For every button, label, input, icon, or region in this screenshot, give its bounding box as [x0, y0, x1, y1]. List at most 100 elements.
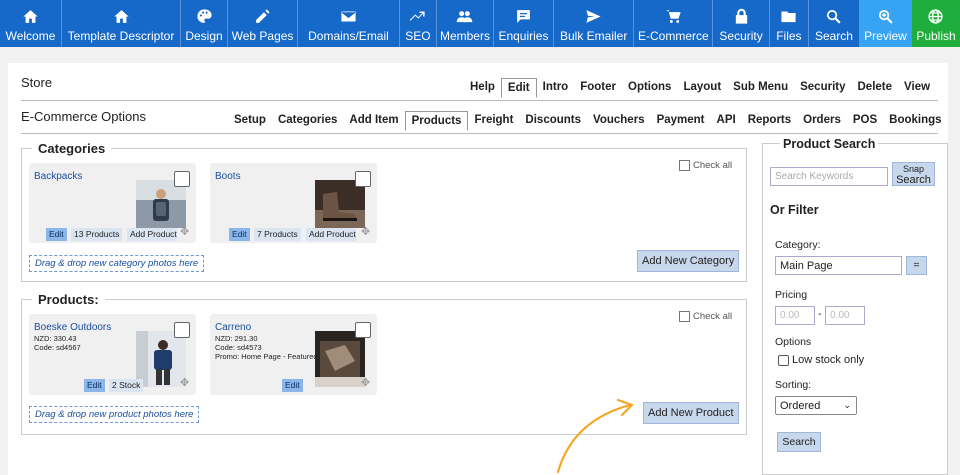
card-checkbox[interactable] — [174, 322, 190, 338]
edit-button[interactable]: Edit — [84, 379, 105, 392]
ecom-tab-orders[interactable]: Orders — [797, 111, 847, 131]
home-icon — [112, 7, 130, 25]
search-submit-button[interactable]: Search — [777, 432, 821, 452]
edit-button[interactable]: Edit — [229, 228, 250, 241]
store-menu-item-footer[interactable]: Footer — [574, 78, 622, 98]
toolbar-enquiries-button[interactable]: Enquiries — [494, 0, 554, 47]
ecom-tab-reports[interactable]: Reports — [742, 111, 797, 131]
price-max-input[interactable]: 0.00 — [825, 306, 865, 325]
toolbar-e-commerce-button[interactable]: E-Commerce — [634, 0, 714, 47]
low-stock-checkbox[interactable] — [778, 354, 789, 366]
ecom-tab-bookings[interactable]: Bookings — [883, 111, 947, 131]
add-product-button[interactable]: Add Product — [306, 228, 356, 241]
product-name[interactable]: Boeske Outdoors — [34, 322, 111, 333]
add-new-category-button[interactable]: Add New Category — [637, 250, 740, 272]
move-icon[interactable]: ✥ — [180, 376, 192, 389]
checkbox[interactable] — [679, 311, 690, 322]
add-product-button[interactable]: Add Product — [127, 228, 177, 241]
send-icon — [585, 7, 603, 25]
ecom-tab-pos[interactable]: POS — [847, 111, 883, 131]
edit-button[interactable]: Edit — [282, 379, 303, 392]
toolbar-search-button[interactable]: Search — [809, 0, 860, 47]
checkbox[interactable] — [679, 160, 690, 171]
ecom-tab-setup[interactable]: Setup — [228, 111, 272, 131]
category-dropzone[interactable]: Drag & drop new category photos here — [29, 255, 205, 272]
divider — [21, 100, 938, 101]
product-count-button[interactable]: 13 Products — [71, 228, 123, 241]
toolbar-domains-email-button[interactable]: Domains/Email — [298, 0, 400, 47]
snap-search-button[interactable]: Snap Search — [892, 162, 935, 186]
categories-check-all[interactable]: Check all — [679, 160, 732, 171]
store-menu-item-layout[interactable]: Layout — [677, 78, 727, 98]
card-checkbox[interactable] — [174, 171, 190, 187]
add-new-product-button[interactable]: Add New Product — [643, 402, 739, 424]
toolbar-label: E-Commerce — [637, 29, 709, 43]
toolbar-bulk-emailer-button[interactable]: Bulk Emailer — [554, 0, 635, 47]
toolbar-files-button[interactable]: Files — [770, 0, 809, 47]
low-stock-option[interactable]: Low stock only — [778, 354, 864, 366]
toolbar-design-button[interactable]: Design — [181, 0, 228, 47]
store-menu-item-sub-menu[interactable]: Sub Menu — [727, 78, 794, 98]
toolbar-label: Enquiries — [498, 29, 549, 43]
product-code: Code: sd4567 — [34, 343, 81, 352]
pencil-icon — [254, 7, 272, 25]
stock-button[interactable]: 2 Stock — [109, 379, 144, 392]
product-name[interactable]: Carreno — [215, 322, 251, 333]
store-menu-item-options[interactable]: Options — [622, 78, 677, 98]
ecom-tab-vouchers[interactable]: Vouchers — [587, 111, 651, 131]
toolbar-publish-button[interactable]: Publish — [911, 0, 960, 47]
toolbar-seo-button[interactable]: SEO — [400, 0, 437, 47]
product-dropzone[interactable]: Drag & drop new product photos here — [29, 406, 200, 423]
ecom-tab-api[interactable]: API — [711, 111, 742, 131]
category-card[interactable]: Backpacks Edit 13 Products Add Product ✥ — [29, 163, 196, 243]
card-checkbox[interactable] — [355, 171, 371, 187]
price-min-input[interactable]: 0.00 — [775, 306, 815, 325]
toolbar-security-button[interactable]: Security — [713, 0, 770, 47]
store-title: Store — [21, 75, 53, 90]
sorting-select[interactable]: Ordered ⌄ — [775, 396, 857, 415]
toolbar-welcome-button[interactable]: Welcome — [0, 0, 62, 47]
category-equals-button[interactable]: = — [906, 256, 927, 275]
toolbar-web-pages-button[interactable]: Web Pages — [228, 0, 298, 47]
category-name[interactable]: Backpacks — [34, 171, 82, 182]
category-input[interactable]: Main Page — [775, 256, 902, 275]
ecom-tab-products[interactable]: Products — [404, 111, 469, 131]
toolbar-label: SEO — [405, 29, 431, 43]
product-thumbnail — [315, 331, 365, 387]
move-icon[interactable]: ✥ — [361, 225, 373, 238]
product-thumbnail — [136, 331, 186, 387]
toolbar-template-descriptor-button[interactable]: Template Descriptor — [62, 0, 181, 47]
category-name[interactable]: Boots — [215, 171, 241, 182]
store-menu-item-edit[interactable]: Edit — [500, 78, 537, 98]
ecom-tab-categories[interactable]: Categories — [272, 111, 343, 131]
store-menu-item-help[interactable]: Help — [464, 78, 501, 98]
toolbar-label: Search — [814, 29, 853, 43]
trend-icon — [409, 7, 427, 25]
search-keywords-input[interactable]: Search Keywords — [770, 167, 888, 186]
product-count-button[interactable]: 7 Products — [254, 228, 301, 241]
category-card[interactable]: Boots Edit 7 Products Add Product ✥ — [210, 163, 377, 243]
ecom-tab-freight[interactable]: Freight — [468, 111, 519, 131]
product-search-title: Product Search — [780, 137, 879, 151]
product-card[interactable]: Carreno NZD: 291.30 Code: sd4573 Promo: … — [210, 314, 377, 395]
store-menu-item-view[interactable]: View — [898, 78, 936, 98]
product-price: NZD: 330.43 — [34, 334, 77, 343]
or-filter-heading: Or Filter — [770, 203, 819, 217]
card-checkbox[interactable] — [355, 322, 371, 338]
move-icon[interactable]: ✥ — [180, 225, 192, 238]
store-menu-item-security[interactable]: Security — [794, 78, 851, 98]
toolbar-label: Template Descriptor — [67, 29, 175, 43]
edit-button[interactable]: Edit — [46, 228, 67, 241]
cart-icon — [664, 7, 682, 25]
product-card[interactable]: Boeske Outdoors NZD: 330.43 Code: sd4567… — [29, 314, 196, 395]
store-menu-item-intro[interactable]: Intro — [537, 78, 575, 98]
toolbar-members-button[interactable]: Members — [437, 0, 494, 47]
ecom-tab-add-item[interactable]: Add Item — [343, 111, 404, 131]
move-icon[interactable]: ✥ — [361, 376, 373, 389]
ecom-tab-discounts[interactable]: Discounts — [519, 111, 587, 131]
folder-icon — [780, 7, 798, 25]
store-menu-item-delete[interactable]: Delete — [852, 78, 899, 98]
toolbar-preview-button[interactable]: Preview — [859, 0, 912, 47]
products-check-all[interactable]: Check all — [679, 311, 732, 322]
ecom-tab-payment[interactable]: Payment — [651, 111, 711, 131]
